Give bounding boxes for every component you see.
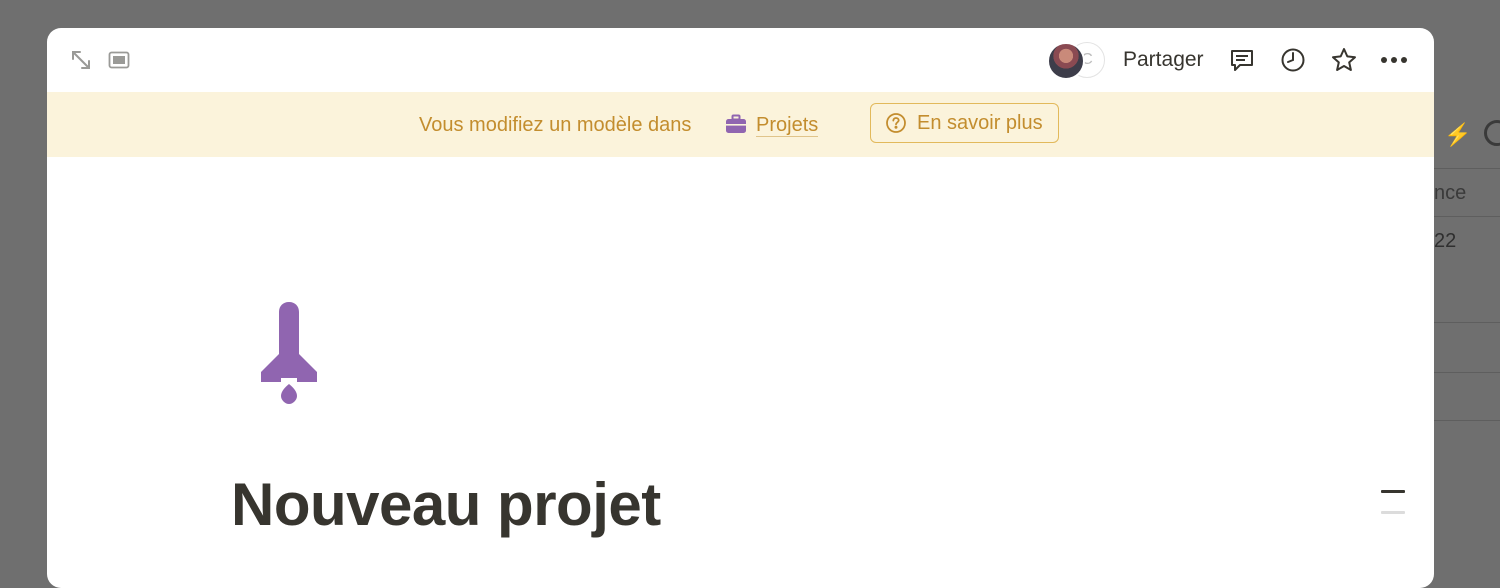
- help-icon: [885, 112, 907, 134]
- page-title[interactable]: Nouveau projet: [231, 470, 661, 540]
- share-button[interactable]: Partager: [1117, 44, 1210, 76]
- column-header: nce: [1434, 182, 1467, 204]
- star-icon[interactable]: [1330, 46, 1358, 74]
- table-of-contents-indicator[interactable]: [1381, 490, 1405, 518]
- rocket-icon[interactable]: [259, 300, 319, 406]
- modal-topbar: C Partager: [47, 28, 1434, 92]
- search-icon: [1484, 120, 1500, 146]
- table-cell: 22: [1434, 230, 1457, 252]
- comments-icon[interactable]: [1228, 46, 1256, 74]
- template-banner: Vous modifiez un modèle dans Projets En …: [47, 92, 1434, 157]
- clock-icon[interactable]: [1279, 46, 1307, 74]
- learn-more-button[interactable]: En savoir plus: [870, 103, 1059, 143]
- expand-arrows-icon[interactable]: [69, 48, 93, 72]
- background-database-view: ⚡ nce 22: [1434, 0, 1500, 572]
- database-link[interactable]: Projets: [756, 114, 819, 137]
- briefcase-icon: [725, 113, 747, 135]
- collaborator-avatars[interactable]: C: [1047, 42, 1107, 80]
- banner-message: Vous modifiez un modèle dans: [419, 114, 692, 136]
- learn-more-label: En savoir plus: [917, 111, 1043, 134]
- peek-mode-icon[interactable]: [107, 48, 131, 72]
- avatar[interactable]: [1047, 42, 1085, 80]
- lightning-icon: ⚡: [1444, 122, 1472, 147]
- more-dots-icon[interactable]: [1380, 46, 1408, 74]
- template-editor-modal: C Partager Vous modifiez un modèle dans …: [47, 28, 1434, 588]
